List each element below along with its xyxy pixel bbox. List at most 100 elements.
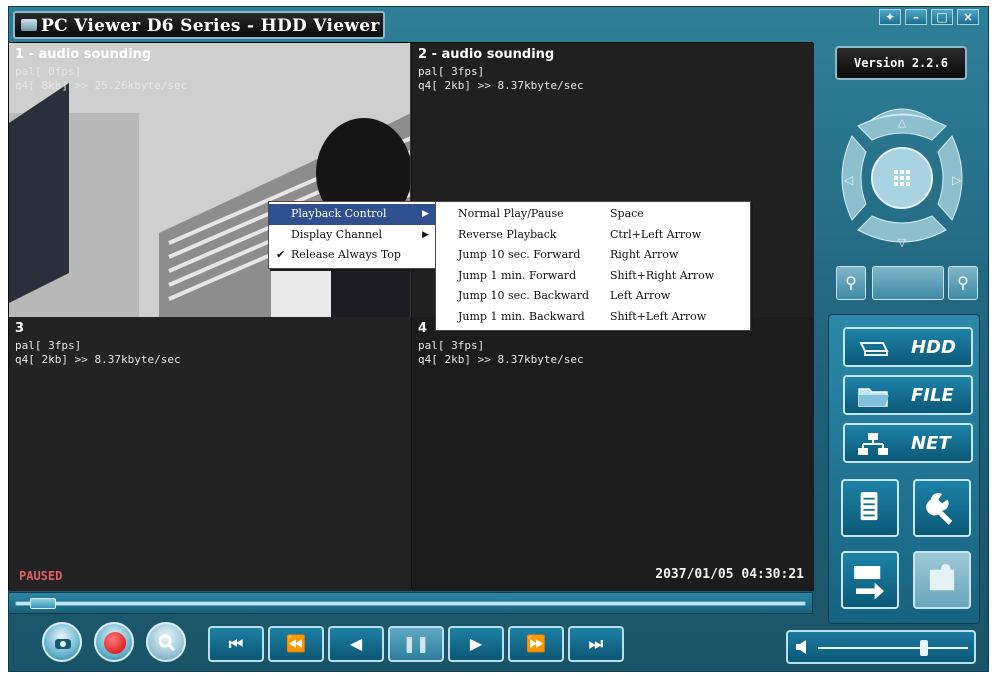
disabled-tool-button[interactable]: [913, 551, 971, 609]
skip-to-start-button[interactable]: ⏮: [208, 626, 264, 662]
chevron-right-icon: ▶: [422, 209, 429, 219]
title-bar: PC Viewer D6 Series - HDD Viewer: [13, 11, 385, 39]
volume-track[interactable]: [818, 647, 968, 649]
chevron-left-icon: ◁: [843, 173, 853, 187]
volume-slider-thumb[interactable]: [920, 640, 928, 656]
fast-forward-icon: ⏩: [526, 634, 546, 653]
playback-submenu: Normal Play/Pause Space Reverse Playback…: [435, 201, 751, 331]
menu-item-playback-control[interactable]: Playback Control ▶: [269, 204, 435, 225]
skip-end-icon: ⏭: [588, 634, 604, 653]
timeline-track[interactable]: [15, 601, 806, 606]
camera-view-4[interactable]: 4 pal[ 3fps] q4[ 2kb] >> 8.37kbyte/sec: [412, 317, 814, 591]
settings-button[interactable]: [913, 479, 971, 537]
wrench-icon: [926, 493, 953, 525]
submenu-action: Normal Play/Pause: [458, 207, 564, 220]
skip-start-icon: ⏮: [228, 634, 244, 653]
zoom-out-button[interactable]: ⚲: [948, 266, 978, 300]
chevron-down-icon: ▽: [898, 236, 907, 249]
pin-icon[interactable]: ✦: [879, 9, 901, 25]
submenu-action: Jump 1 min. Backward: [458, 309, 585, 323]
ptz-control-pad: △ ◁ ▷ ▽: [841, 108, 963, 249]
backup-button[interactable]: [841, 551, 899, 609]
camera-title: 1 - audio sounding: [15, 47, 152, 62]
zoom-out-icon: ⚲: [957, 273, 969, 292]
submenu-action: Jump 10 sec. Forward: [458, 248, 581, 262]
play-icon: ▶: [469, 634, 483, 653]
reverse-play-icon: ◀: [349, 634, 363, 653]
context-menu: Playback Control ▶ Display Channel ▶ ✔ R…: [268, 201, 436, 269]
file-mode-button[interactable]: FILE: [843, 375, 973, 415]
search-button[interactable]: [146, 622, 186, 662]
net-label: NET: [911, 433, 951, 454]
snapshot-button[interactable]: [42, 622, 82, 662]
play-button[interactable]: ▶: [448, 626, 504, 662]
check-icon: ✔: [276, 248, 286, 261]
submenu-shortcut: Ctrl+Left Arrow: [610, 227, 702, 241]
version-label: Version 2.2.6: [835, 46, 967, 80]
timeline-scrubber[interactable]: [30, 598, 56, 609]
hdd-label: HDD: [911, 337, 956, 358]
menu-item-display-channel[interactable]: Display Channel ▶: [269, 225, 435, 246]
network-icon: [858, 433, 888, 455]
zoom-level-bar: [872, 266, 944, 300]
submenu-item-jump-10s-backward[interactable]: Jump 10 sec. Backward Left Arrow: [436, 286, 750, 307]
grid-icon: [894, 170, 910, 186]
camera-bitrate: q4[ 2kb] >> 8.37kbyte/sec: [418, 353, 584, 366]
submenu-item-jump-1m-forward[interactable]: Jump 1 min. Forward Shift+Right Arrow: [436, 266, 750, 287]
submenu-action: Jump 1 min. Forward: [458, 268, 577, 282]
menu-item-label: Playback Control: [291, 207, 387, 220]
document-icon: [860, 492, 878, 521]
submenu-action: Reverse Playback: [458, 227, 557, 241]
camera-bitrate: q4[ 2kb] >> 8.37kbyte/sec: [418, 79, 584, 92]
submenu-shortcut: Shift+Right Arrow: [610, 268, 715, 282]
menu-item-label: Release Always Top: [291, 248, 401, 261]
menu-item-label: Display Channel: [291, 227, 383, 241]
submenu-shortcut: Shift+Left Arrow: [610, 309, 707, 323]
zoom-in-button[interactable]: ⚲: [836, 266, 866, 300]
log-button[interactable]: [841, 479, 899, 537]
net-mode-button[interactable]: NET: [843, 423, 973, 463]
menu-item-release-always-top[interactable]: ✔ Release Always Top: [269, 245, 435, 266]
pause-button[interactable]: ❚❚: [388, 626, 444, 662]
paused-label: PAUSED: [19, 569, 63, 583]
submenu-action: Jump 10 sec. Backward: [458, 289, 590, 303]
camera-title: 4: [418, 321, 428, 336]
maximize-icon[interactable]: □: [931, 9, 953, 25]
record-icon: [104, 632, 126, 654]
camera-fps: pal[ 3fps]: [15, 339, 82, 352]
camera-bitrate: q4[ 2kb] >> 8.37kbyte/sec: [15, 353, 181, 366]
hdd-icon: [859, 342, 889, 356]
chevron-right-icon: ▶: [422, 229, 429, 240]
hdd-mode-button[interactable]: HDD: [843, 327, 973, 367]
submenu-shortcut: Space: [610, 207, 644, 220]
submenu-item-jump-1m-backward[interactable]: Jump 1 min. Backward Shift+Left Arrow: [436, 307, 750, 328]
camera-fps: pal[ 0fps]: [15, 65, 82, 78]
skip-to-end-button[interactable]: ⏭: [568, 626, 624, 662]
app-icon: [21, 19, 37, 31]
camera-fps: pal[ 3fps]: [418, 65, 485, 78]
camera-view-1[interactable]: 1 - audio sounding pal[ 0fps] q4[ 8kb] >…: [9, 43, 411, 317]
zoom-in-icon: ⚲: [845, 273, 857, 292]
submenu-item-normal-play-pause[interactable]: Normal Play/Pause Space: [436, 204, 750, 225]
fast-forward-button[interactable]: ⏩: [508, 626, 564, 662]
fast-rewind-button[interactable]: ⏪: [268, 626, 324, 662]
close-icon[interactable]: ×: [957, 9, 979, 25]
submenu-item-jump-10s-forward[interactable]: Jump 10 sec. Forward Right Arrow: [436, 245, 750, 266]
camera-fps: pal[ 3fps]: [418, 339, 485, 352]
camera-view-3[interactable]: 3 pal[ 3fps] q4[ 2kb] >> 8.37kbyte/sec: [9, 317, 411, 591]
camera-title: 2 - audio sounding: [418, 47, 555, 62]
speaker-icon: [796, 640, 806, 654]
submenu-shortcut: Left Arrow: [610, 289, 671, 303]
record-button[interactable]: [94, 622, 134, 662]
chevron-right-icon: ▷: [952, 173, 962, 187]
volume-control[interactable]: [786, 630, 976, 664]
minimize-icon[interactable]: –: [905, 9, 927, 25]
timeline-bar: [8, 592, 813, 614]
puzzle-icon: [929, 564, 955, 591]
submenu-item-reverse-playback[interactable]: Reverse Playback Ctrl+Left Arrow: [436, 225, 750, 246]
submenu-shortcut: Right Arrow: [610, 248, 679, 262]
reverse-play-button[interactable]: ◀: [328, 626, 384, 662]
transfer-icon: [854, 566, 884, 600]
chevron-up-icon: △: [898, 116, 907, 129]
window-title: PC Viewer D6 Series - HDD Viewer: [41, 16, 380, 36]
